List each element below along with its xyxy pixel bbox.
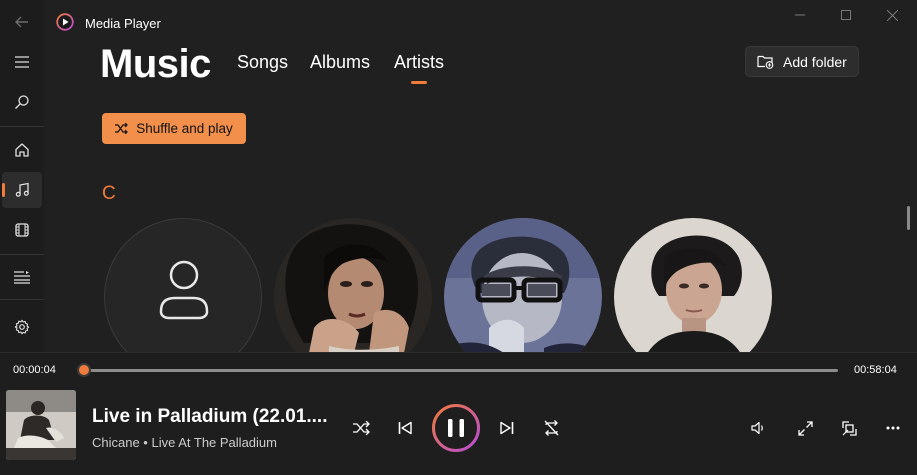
app-logo-icon (56, 13, 74, 31)
artist-photo-2-image (444, 218, 602, 352)
album-art[interactable] (6, 390, 76, 460)
person-icon (159, 260, 209, 320)
minimize-icon (795, 14, 805, 16)
tab-songs[interactable]: Songs (237, 52, 288, 73)
elapsed-time: 00:00:04 (13, 364, 56, 376)
search-icon (15, 95, 29, 109)
page-title: Music (100, 42, 211, 86)
pause-icon (432, 404, 480, 452)
play-pause-button[interactable] (431, 403, 481, 453)
hamburger-icon (15, 56, 29, 68)
group-letter-header[interactable]: C (102, 183, 116, 205)
close-icon (886, 9, 898, 21)
add-folder-label: Add folder (783, 53, 847, 70)
maximize-icon (841, 10, 851, 20)
seek-handle[interactable] (77, 363, 91, 377)
more-icon (886, 426, 900, 430)
previous-button[interactable] (389, 412, 421, 444)
player-bar: 00:00:04 00:58:04 Live in Palladium (22.… (0, 352, 917, 475)
music-note-icon (15, 182, 29, 197)
window-title: Media Player (85, 16, 161, 31)
skip-back-icon (398, 421, 412, 435)
nav-home[interactable] (2, 132, 42, 168)
menu-button[interactable] (2, 44, 42, 80)
shuffle-toggle[interactable] (345, 412, 377, 444)
mini-player-button[interactable] (833, 412, 865, 444)
full-screen-button[interactable] (789, 412, 821, 444)
more-options-button[interactable] (877, 412, 909, 444)
back-arrow-icon (15, 16, 28, 28)
home-icon (15, 143, 29, 157)
shuffle-and-play-label: Shuffle and play (136, 121, 233, 136)
back-button[interactable] (2, 4, 42, 40)
artist-photo-1-image (274, 218, 432, 352)
song-subtitle[interactable]: Chicane • Live At The Palladium (92, 435, 277, 450)
artist-photo-1[interactable] (274, 218, 432, 352)
repeat-off-icon (544, 420, 558, 436)
artist-photo-3[interactable] (614, 218, 772, 352)
search-button[interactable] (2, 84, 42, 120)
shuffle-icon (115, 123, 129, 134)
song-title[interactable]: Live in Palladium (22.01.... (92, 406, 327, 428)
add-folder-button[interactable]: Add folder (745, 46, 859, 77)
tab-selected-indicator (411, 81, 427, 84)
speaker-icon (751, 421, 763, 435)
shuffle-and-play-button[interactable]: Shuffle and play (102, 113, 246, 144)
folder-add-icon (757, 55, 774, 69)
shuffle-icon (352, 421, 370, 435)
next-button[interactable] (491, 412, 523, 444)
repeat-toggle[interactable] (535, 412, 567, 444)
minimize-button[interactable] (777, 4, 823, 26)
mini-player-icon (841, 420, 857, 436)
maximize-button[interactable] (823, 4, 869, 26)
close-button[interactable] (869, 4, 915, 26)
volume-button[interactable] (742, 412, 774, 444)
album-art-image (6, 390, 76, 460)
tab-albums[interactable]: Albums (310, 52, 370, 73)
skip-forward-icon (500, 421, 514, 435)
expand-icon (797, 420, 813, 436)
artist-grid (0, 218, 917, 352)
artist-photo-3-image (614, 218, 772, 352)
seek-bar[interactable] (84, 369, 838, 372)
total-time: 00:58:04 (854, 364, 897, 376)
artist-card-placeholder[interactable] (104, 218, 262, 352)
artist-photo-2[interactable] (444, 218, 602, 352)
nav-music[interactable] (2, 172, 42, 208)
tab-artists[interactable]: Artists (394, 52, 444, 73)
